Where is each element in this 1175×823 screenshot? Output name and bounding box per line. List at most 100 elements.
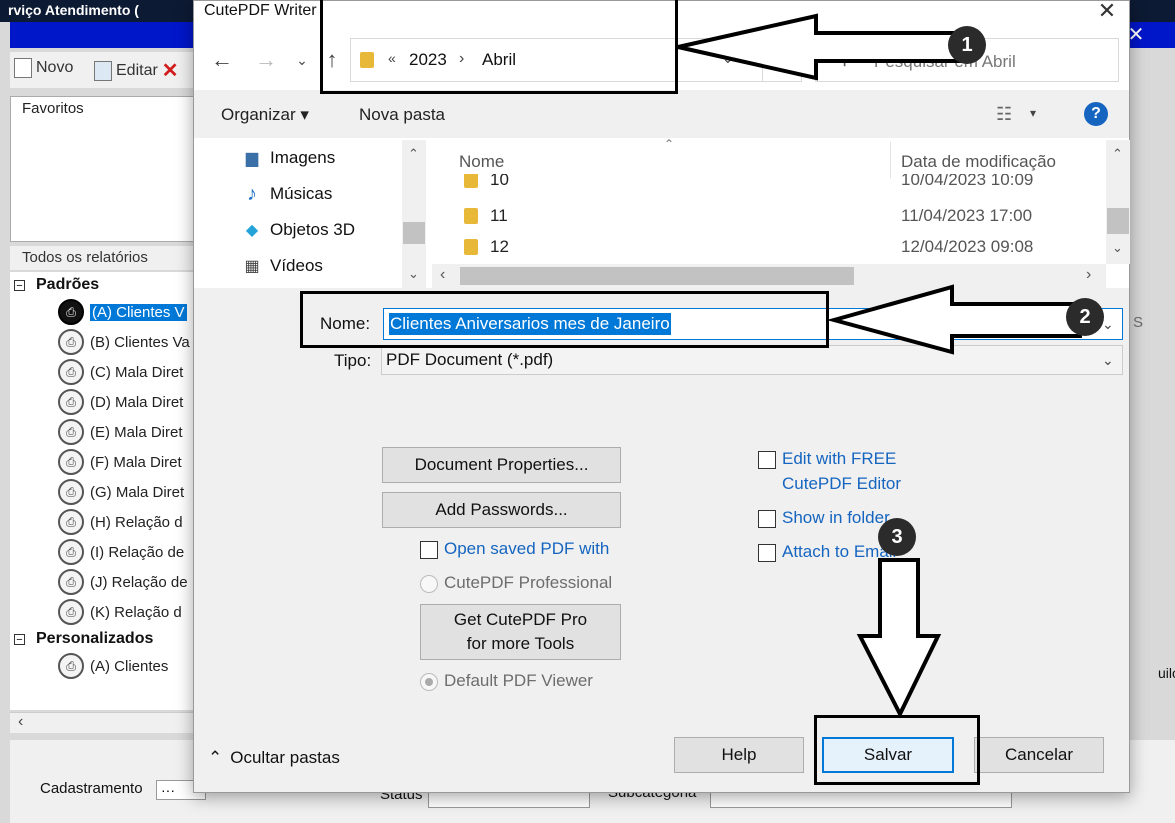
- cancel-button[interactable]: Cancelar: [974, 737, 1104, 773]
- nav-item-label: Imagens: [270, 148, 336, 167]
- folder-icon: [464, 174, 478, 188]
- tree-item[interactable]: ⎙ (D) Mala Diret: [58, 388, 183, 416]
- file-list-scroll-thumb[interactable]: [1107, 208, 1129, 234]
- new-document-icon: [14, 58, 32, 78]
- filetype-dropdown-icon[interactable]: ⌄: [1102, 352, 1114, 369]
- view-dropdown-icon[interactable]: ▾: [1030, 106, 1036, 120]
- favorites-panel: [10, 96, 195, 242]
- file-row[interactable]: 11 11/04/2023 17:00: [462, 202, 1102, 232]
- collapse-standard-icon[interactable]: −: [14, 280, 25, 292]
- show-in-folder-label[interactable]: Show in folder: [782, 508, 890, 528]
- nav-scroll-up-icon[interactable]: ⌃: [408, 146, 419, 162]
- get-pro-line1: Get CutePDF Pro: [453, 610, 588, 629]
- edit-with-free-checkbox[interactable]: [758, 451, 776, 469]
- collapse-custom-icon[interactable]: −: [14, 634, 25, 646]
- nav-item-label: Objetos 3D: [270, 220, 356, 239]
- attach-to-email-checkbox[interactable]: [758, 544, 776, 562]
- tree-item[interactable]: ⎙ (J) Relação de: [58, 568, 188, 596]
- tree-item[interactable]: ⎙ (E) Mala Diret: [58, 418, 183, 446]
- nav-item-3d-objects[interactable]: ◆ Objetos 3D: [242, 220, 355, 240]
- cutepdf-professional-radio[interactable]: [420, 575, 438, 593]
- 3d-objects-icon: ◆: [245, 222, 259, 239]
- help-icon[interactable]: ?: [1084, 102, 1108, 126]
- nav-item-videos[interactable]: ▦ Vídeos: [242, 256, 323, 276]
- background-toolbar: Novo Editar ✕: [10, 52, 195, 88]
- filetype-value: PDF Document (*.pdf): [386, 350, 554, 369]
- printer-report-icon: ⎙: [58, 653, 84, 679]
- tree-group-custom[interactable]: Personalizados: [36, 630, 153, 648]
- printer-report-icon: ⎙: [58, 389, 84, 415]
- view-options-icon[interactable]: ☷: [996, 104, 1012, 125]
- tree-item[interactable]: ⎙ (C) Mala Diret: [58, 358, 183, 386]
- delete-icon[interactable]: ✕: [162, 58, 179, 83]
- list-scroll-up-icon[interactable]: ⌃: [1112, 146, 1123, 162]
- filename-right-fragment: S: [1133, 314, 1144, 331]
- forward-arrow-icon[interactable]: →: [252, 47, 280, 73]
- edit-icon: [94, 60, 112, 81]
- get-cutepdf-pro-button[interactable]: Get CutePDF Pro for more Tools: [420, 604, 621, 660]
- printer-report-icon: ⎙: [58, 449, 84, 475]
- default-pdf-viewer-radio[interactable]: [420, 673, 438, 691]
- column-separator[interactable]: [890, 142, 891, 178]
- tree-item[interactable]: ⎙ (G) Mala Diret: [58, 478, 184, 506]
- tree-item-label: (I) Relação de: [90, 543, 185, 561]
- open-saved-pdf-checkbox[interactable]: [420, 541, 438, 559]
- organize-button[interactable]: Organizar ▾: [221, 105, 309, 125]
- background-right-fragment: uilo: [1158, 665, 1175, 681]
- nav-item-music[interactable]: ♪ Músicas: [242, 183, 332, 205]
- nav-scroll-down-icon[interactable]: ⌄: [408, 266, 419, 282]
- tree-item[interactable]: ⎙ (H) Relação d: [58, 508, 183, 536]
- all-reports-label: Todos os relatórios: [22, 249, 148, 266]
- new-folder-button[interactable]: Nova pasta: [359, 105, 445, 125]
- file-list-horizontal-thumb[interactable]: [460, 267, 854, 285]
- search-input[interactable]: [874, 50, 1104, 74]
- show-in-folder-checkbox[interactable]: [758, 510, 776, 528]
- list-scroll-down-icon[interactable]: ⌄: [1112, 240, 1123, 256]
- tree-item[interactable]: ⎙ (B) Clientes Va: [58, 328, 190, 356]
- document-properties-button[interactable]: Document Properties...: [382, 447, 621, 483]
- printer-report-icon: ⎙: [58, 539, 84, 565]
- file-row[interactable]: 10 10/04/2023 10:09: [462, 174, 1102, 196]
- refresh-icon[interactable]: ↻: [762, 38, 802, 82]
- tree-item[interactable]: ⎙ (A) Clientes: [58, 652, 168, 680]
- edit-with-free-label-line1[interactable]: Edit with FREE: [782, 449, 896, 469]
- nav-pane-scroll-thumb[interactable]: [403, 222, 425, 244]
- cadastro-label: Cadastramento: [40, 780, 143, 797]
- nav-item-images[interactable]: ▆ Imagens: [242, 148, 335, 168]
- dialog-close-icon[interactable]: ✕: [1094, 0, 1120, 22]
- new-button[interactable]: Novo: [14, 58, 73, 78]
- tree-item[interactable]: ⎙ (K) Relação d: [58, 598, 182, 626]
- hide-folders-button[interactable]: ⌃ Ocultar pastas: [208, 748, 340, 768]
- tree-item[interactable]: ⎙ (I) Relação de: [58, 538, 184, 566]
- tree-horizontal-scrollbar[interactable]: ‹: [10, 712, 195, 733]
- file-row-date: 10/04/2023 10:09: [901, 174, 1034, 189]
- annotation-box-address: [320, 0, 678, 94]
- column-header-name[interactable]: Nome: [459, 152, 504, 172]
- back-arrow-icon[interactable]: ←: [208, 47, 236, 73]
- column-header-date[interactable]: Data de modificação: [901, 152, 1056, 172]
- tree-item-label: (C) Mala Diret: [90, 363, 184, 381]
- edit-button[interactable]: Editar ✕: [94, 58, 179, 83]
- help-button[interactable]: Help: [674, 737, 804, 773]
- file-row[interactable]: 12 12/04/2023 09:08: [462, 233, 1102, 263]
- tree-group-standard[interactable]: Padrões: [36, 276, 99, 294]
- favorites-label: Favoritos: [22, 100, 84, 117]
- tree-item-label: (D) Mala Diret: [90, 393, 184, 411]
- annotation-step-1: 1: [948, 26, 986, 64]
- annotation-step-2: 2: [1066, 298, 1104, 336]
- tree-item[interactable]: ⎙ (F) Mala Diret: [58, 448, 182, 476]
- tree-item[interactable]: ⎙ (A) Clientes V: [58, 298, 187, 326]
- edit-with-free-label-line2[interactable]: CutePDF Editor: [782, 474, 901, 494]
- address-dropdown-icon[interactable]: ⌄: [722, 50, 734, 67]
- file-row-date: 12/04/2023 09:08: [901, 237, 1034, 256]
- folder-icon: [464, 208, 478, 224]
- scroll-left-icon[interactable]: ‹: [18, 713, 23, 731]
- open-saved-pdf-label[interactable]: Open saved PDF with: [444, 539, 609, 559]
- add-passwords-button[interactable]: Add Passwords...: [382, 492, 621, 528]
- cutepdf-professional-label: CutePDF Professional: [444, 573, 613, 592]
- list-scroll-right-icon[interactable]: ›: [1086, 266, 1091, 284]
- recent-locations-icon[interactable]: ⌄: [288, 52, 316, 69]
- tree-item-label: (A) Clientes V: [90, 303, 187, 321]
- list-scroll-left-icon[interactable]: ‹: [440, 266, 445, 284]
- file-row-date: 11/04/2023 17:00: [901, 206, 1033, 225]
